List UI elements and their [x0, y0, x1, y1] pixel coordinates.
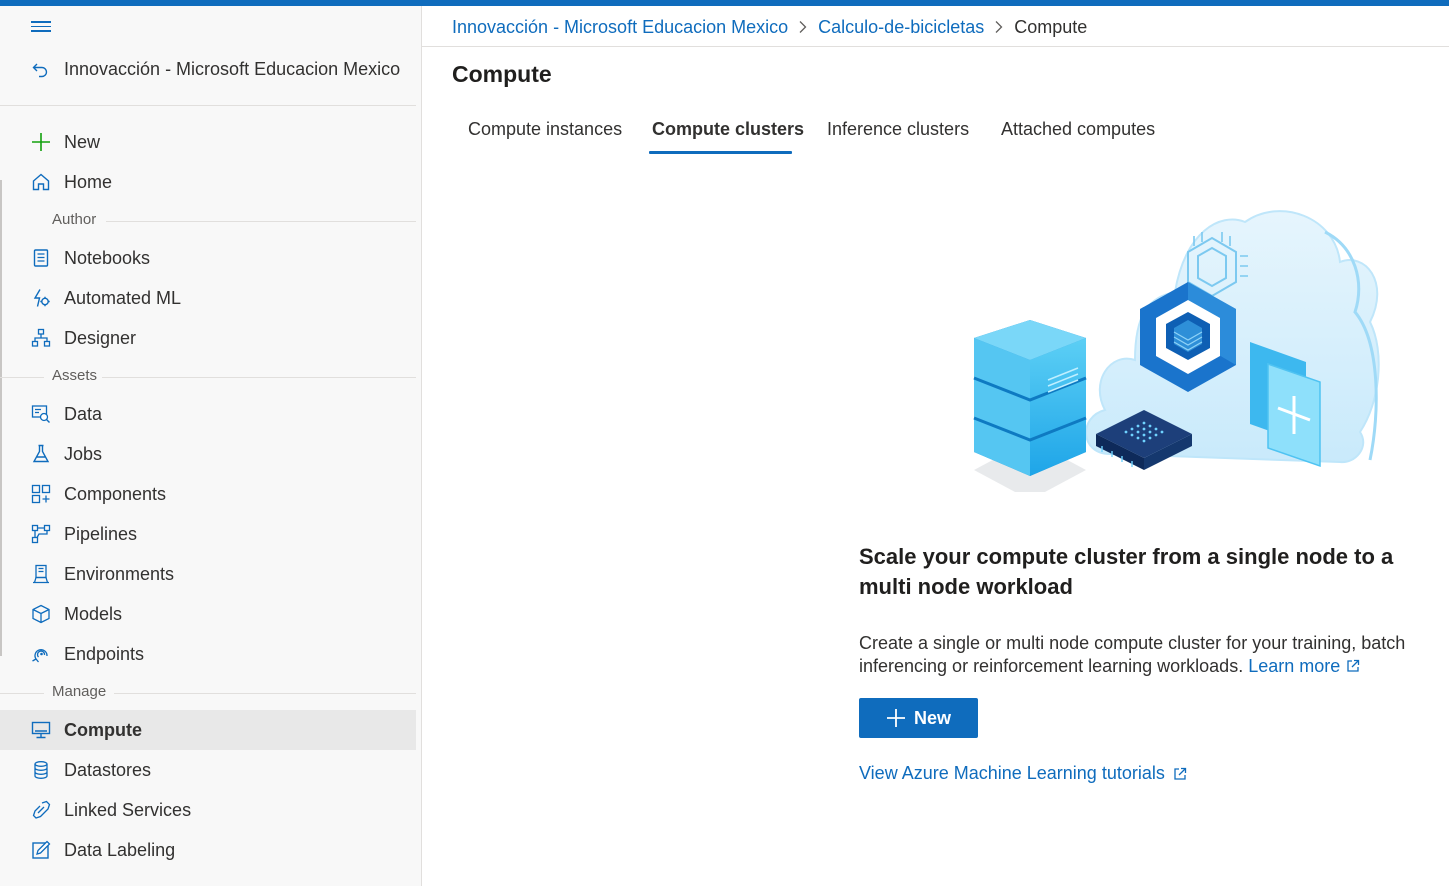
cube-icon: [32, 604, 50, 624]
section-divider: [0, 377, 44, 378]
notebook-icon: [33, 249, 49, 267]
data-icon: [31, 405, 50, 423]
home-icon: [32, 173, 50, 191]
learn-more-label: Learn more: [1248, 656, 1341, 676]
database-icon: [34, 761, 48, 779]
tab-compute-clusters[interactable]: Compute clusters: [652, 119, 804, 163]
sidebar-item-label: Components: [64, 483, 167, 504]
link-icon: [32, 800, 51, 819]
sidebar-item-label: Linked Services: [64, 799, 192, 820]
sidebar-item-automated-ml[interactable]: Automated ML: [0, 278, 416, 318]
breadcrumb-current: Compute: [1014, 16, 1088, 37]
sidebar-item-label: Datastores: [64, 759, 152, 780]
sidebar-item-label: Pipelines: [64, 523, 138, 544]
components-icon: [31, 484, 51, 504]
sidebar-item-data[interactable]: Data: [0, 394, 416, 434]
sidebar-item-pipelines[interactable]: Pipelines: [0, 514, 416, 554]
environments-icon: [33, 564, 49, 584]
sidebar-item-home[interactable]: Home: [0, 162, 416, 202]
sidebar-item-label: New: [64, 131, 101, 152]
section-manage: Manage: [52, 683, 107, 700]
sidebar-item-label: Designer: [64, 327, 137, 348]
sidebar-item-label: Notebooks: [64, 247, 151, 268]
monitor-icon: [31, 721, 51, 739]
header-divider: [422, 46, 1449, 47]
plus-icon: [886, 709, 905, 727]
sidebar-item-new[interactable]: New: [0, 122, 416, 162]
sidebar-item-components[interactable]: Components: [0, 474, 416, 514]
new-compute-cluster-button[interactable]: New: [859, 698, 978, 738]
tab-attached-computes[interactable]: Attached computes: [1001, 119, 1155, 163]
empty-state-title: Scale your compute cluster from a single…: [859, 544, 1394, 599]
sidebar-item-label: Environments: [64, 563, 175, 584]
edit-icon: [32, 840, 51, 859]
sidebar-item-linked-services[interactable]: Linked Services: [0, 790, 416, 830]
endpoints-icon: [32, 649, 48, 663]
tab-compute-instances[interactable]: Compute instances: [468, 119, 622, 163]
sidebar-item-label: Compute: [64, 719, 142, 740]
active-tab-indicator: [649, 151, 792, 154]
workspace-name: Innovacción - Microsoft Educacion Mexico: [64, 58, 401, 79]
chevron-right-icon: [799, 21, 807, 33]
sidebar-divider: [0, 105, 416, 106]
external-link-icon: [1347, 659, 1360, 672]
breadcrumb: Innovacción - Microsoft Educacion Mexico…: [452, 16, 1087, 38]
section-divider: [102, 377, 416, 378]
chevron-right-icon: [995, 21, 1003, 33]
plus-icon: [32, 133, 50, 151]
tab-inference-clusters[interactable]: Inference clusters: [827, 119, 969, 163]
sidebar-item-jobs[interactable]: Jobs: [0, 434, 416, 474]
sidebar-item-environments[interactable]: Environments: [0, 554, 416, 594]
section-divider: [106, 221, 416, 222]
learn-more-link[interactable]: Learn more: [1248, 656, 1360, 676]
sidebar-item-datastores[interactable]: Datastores: [0, 750, 416, 790]
back-arrow-icon: [32, 63, 48, 78]
section-divider: [114, 693, 416, 694]
cloud-compute-illustration: [973, 210, 1380, 492]
external-link-icon: [1174, 767, 1186, 780]
sidebar-item-compute[interactable]: Compute: [0, 710, 416, 750]
sidebar-item-label: Endpoints: [64, 643, 145, 664]
sidebar-item-notebooks[interactable]: Notebooks: [0, 238, 416, 278]
sidebar-item-data-labeling[interactable]: Data Labeling: [0, 830, 416, 870]
page-title: Compute: [452, 61, 552, 87]
breadcrumb-project-link[interactable]: Calculo-de-bicicletas: [818, 17, 984, 38]
sidebar-item-label: Data: [64, 403, 103, 424]
section-author: Author: [52, 211, 97, 228]
workspace-back-link[interactable]: Innovacción - Microsoft Educacion Mexico: [30, 56, 400, 82]
new-button-label: New: [913, 707, 951, 728]
automated-ml-icon: [33, 289, 50, 307]
breadcrumb-workspace-link[interactable]: Innovacción - Microsoft Educacion Mexico: [452, 17, 788, 38]
sidebar-item-label: Jobs: [64, 443, 103, 464]
sidebar-item-label: Home: [64, 171, 113, 192]
sidebar-item-designer[interactable]: Designer: [0, 318, 416, 358]
flask-icon: [32, 444, 50, 463]
sidebar-item-label: Data Labeling: [64, 839, 176, 860]
sidebar-item-models[interactable]: Models: [0, 594, 416, 634]
section-assets: Assets: [52, 367, 98, 384]
sidebar: Innovacción - Microsoft Educacion Mexico…: [0, 6, 422, 886]
sidebar-item-label: Automated ML: [64, 287, 182, 308]
tutorials-link-label: View Azure Machine Learning tutorials: [859, 763, 1165, 783]
section-divider: [0, 693, 44, 694]
tutorials-link[interactable]: View Azure Machine Learning tutorials: [859, 763, 1187, 784]
pipelines-icon: [31, 524, 51, 544]
sidebar-item-endpoints[interactable]: Endpoints: [0, 634, 416, 674]
designer-icon: [31, 328, 51, 347]
empty-state-description: Create a single or multi node compute cl…: [859, 632, 1444, 678]
hamburger-icon[interactable]: [30, 18, 52, 36]
sidebar-item-label: Models: [64, 603, 123, 624]
